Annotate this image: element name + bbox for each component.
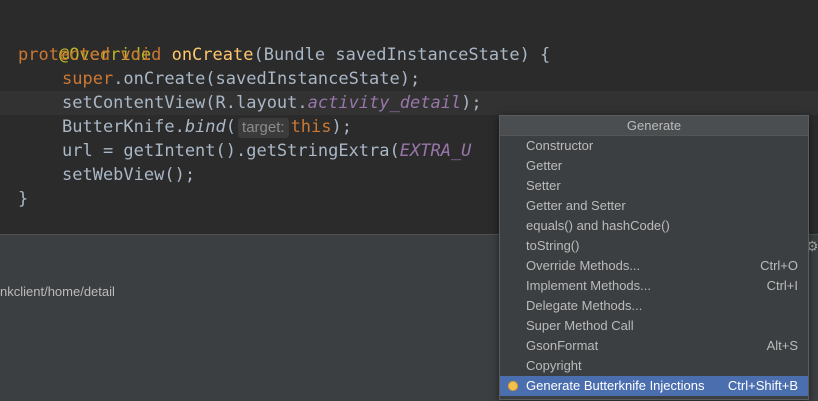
set-content-view-call: setContentView(R.layout. [62,93,308,113]
code-line-current: setContentView(R.layout.activity_detail)… [0,91,818,115]
closing-brace: } [18,189,29,209]
menu-item-delegate-methods[interactable]: Delegate Methods... [500,296,808,316]
menu-item-implement-methods[interactable]: Implement Methods... Ctrl+I [500,276,808,296]
keyword-super: super [62,69,114,89]
menu-item-label: Implement Methods... [526,278,651,293]
method-name: onCreate [171,45,254,65]
menu-item-gsonformat[interactable]: GsonFormat Alt+S [500,336,808,356]
project-path: nkclient/home/detail [0,284,115,299]
menu-item-label: toString() [526,238,580,253]
menu-item-super-method-call[interactable]: Super Method Call [500,316,808,336]
code-line-annotation: @Override [18,19,151,65]
popup-title: Generate [500,116,808,136]
menu-item-shortcut: Ctrl+I [766,278,798,293]
menu-item-label: Generate Butterknife Injections [526,378,705,393]
url-assignment: url = getIntent().getStringExtra( [62,141,400,161]
keyword-void: void [120,45,162,65]
code-line-super: super.onCreate(savedInstanceState); [62,67,420,91]
menu-item-shortcut: Alt+S [766,338,798,353]
menu-item-override-methods[interactable]: Override Methods... Ctrl+O [500,256,808,276]
code-line-url: url = getIntent().getStringExtra(EXTRA_U [62,139,471,163]
menu-item-getter[interactable]: Getter [500,156,808,176]
menu-item-setter[interactable]: Setter [500,176,808,196]
menu-item-label: Delegate Methods... [526,298,643,313]
menu-item-label: Override Methods... [526,258,641,273]
parameter-hint: target: [238,118,289,138]
butterknife-class: ButterKnife. [62,117,185,137]
menu-item-shortcut: Ctrl+Shift+B [727,378,798,393]
menu-item-generate-butterknife[interactable]: Generate Butterknife Injections Ctrl+Shif… [500,376,808,396]
generate-popup: Generate Constructor Getter Setter Gette… [499,115,809,400]
menu-item-getter-and-setter[interactable]: Getter and Setter [500,196,808,216]
menu-item-shortcut: Ctrl+O [760,258,798,273]
menu-item-label: GsonFormat [526,338,599,353]
menu-item-label: Getter and Setter [526,198,626,213]
keyword-this: this [290,117,332,137]
code-line-butterknife: ButterKnife.bind(target: this); [62,115,352,139]
menu-item-copyright[interactable]: Copyright [500,356,808,376]
menu-item-equals-hashcode[interactable]: equals() and hashCode() [500,216,808,236]
code-line-webview: setWebView(); [62,163,195,187]
bind-method: bind [184,117,226,137]
statement-end: ); [331,117,352,137]
menu-item-label: equals() and hashCode() [526,218,670,233]
statement-end: ); [461,93,482,113]
open-paren: ( [225,117,237,137]
extra-constant: EXTRA_U [399,141,472,161]
layout-field: activity_detail [307,93,462,113]
menu-item-constructor[interactable]: Constructor [500,136,808,156]
keyword-protected: protected [18,45,111,65]
super-call: .onCreate(savedInstanceState); [113,69,421,89]
menu-item-label: Setter [526,178,561,193]
menu-item-label: Constructor [526,138,594,153]
butterknife-plugin-icon [508,381,518,391]
code-line-signature: protected void onCreate(Bundle savedInst… [18,43,550,67]
menu-item-label: Super Method Call [526,318,634,333]
menu-item-label: Getter [526,158,563,173]
method-params: (Bundle savedInstanceState) { [253,45,551,65]
code-line-close: } [18,187,28,211]
menu-item-tostring[interactable]: toString() [500,236,808,256]
set-webview-call: setWebView(); [62,165,196,185]
menu-item-label: Copyright [526,358,582,373]
